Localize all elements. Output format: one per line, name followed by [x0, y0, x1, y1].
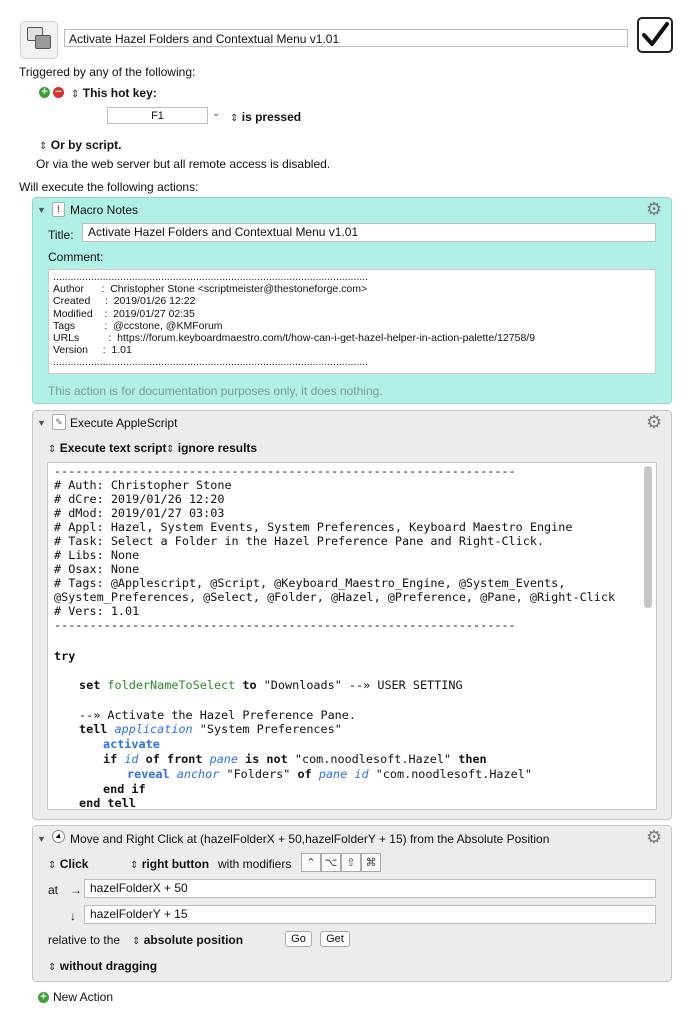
notes-footer-text: This action is for documentation purpose…: [48, 384, 383, 398]
updown-arrows-icon: ⇕: [166, 444, 175, 455]
control-modifier-toggle[interactable]: ⌃: [301, 853, 321, 872]
get-button[interactable]: Get: [320, 931, 350, 947]
script-line: # dMod: 2019/01/27 03:03: [54, 506, 225, 520]
applescript-action-title: Execute AppleScript: [70, 416, 178, 430]
notes-title-label: Title:: [48, 228, 74, 242]
gear-icon[interactable]: ⚙: [646, 413, 662, 431]
hotkey-field[interactable]: F1: [107, 107, 208, 124]
go-button[interactable]: Go: [285, 931, 312, 947]
web-server-text: Or via the web server but all remote acc…: [36, 157, 331, 171]
drag-mode-label: without dragging: [59, 959, 158, 973]
arrow-down-icon: ↓: [70, 909, 76, 923]
script-line: tell application "System Preferences": [79, 722, 342, 736]
script-line: end if: [103, 782, 146, 796]
hotkey-label: This hot key:: [82, 86, 157, 100]
notes-comment-field[interactable]: ........................................…: [48, 269, 656, 374]
mouse-click-icon: [52, 830, 65, 843]
updown-arrows-icon: ⇕: [132, 936, 141, 947]
script-line: # Task: Select a Folder in the Hazel Pre…: [54, 534, 545, 548]
script-icon: ✎: [52, 414, 66, 430]
gear-icon[interactable]: ⚙: [646, 828, 662, 846]
command-modifier-toggle[interactable]: ⌘: [361, 853, 381, 872]
click-type-label: Click: [59, 857, 89, 871]
script-line: set folderNameToSelect to "Downloads" --…: [79, 678, 463, 692]
script-mode-label: Execute text script: [59, 441, 167, 455]
modifiers-label: with modifiers: [218, 857, 292, 871]
shift-modifier-toggle[interactable]: ⇧: [341, 853, 361, 872]
hotkey-state-label: is pressed: [241, 110, 302, 124]
disclosure-triangle-icon[interactable]: ▼: [37, 418, 46, 428]
actions-heading: Will execute the following actions:: [19, 180, 199, 194]
option-modifier-toggle[interactable]: ⌥: [321, 853, 341, 872]
updown-arrows-icon: ⇕: [48, 962, 57, 973]
script-editor[interactable]: ----------------------------------------…: [47, 462, 657, 810]
hotkey-trigger-popup[interactable]: ⇕ This hot key:: [71, 86, 157, 102]
updown-arrows-icon: ⇕: [230, 113, 239, 124]
checkmark-icon: [642, 22, 669, 46]
position-reference-label: absolute position: [143, 933, 244, 947]
script-line: # Appl: Hazel, System Events, System Pre…: [54, 520, 573, 534]
script-line: # Libs: None: [54, 548, 140, 562]
updown-arrows-icon: ⇕: [48, 860, 57, 871]
script-results-label: ignore results: [177, 441, 258, 455]
mouse-button-label: right button: [141, 857, 210, 871]
script-line: end tell: [79, 796, 136, 810]
drag-mode-popup[interactable]: ⇕ without dragging: [48, 959, 157, 975]
add-trigger-icon[interactable]: +: [39, 87, 50, 98]
y-coordinate-field[interactable]: hazelFolderY + 15: [84, 905, 656, 924]
updown-arrows-icon: ⇕: [48, 444, 57, 455]
updown-arrows-icon: ⇕: [39, 141, 48, 152]
disclosure-triangle-icon[interactable]: ▼: [37, 834, 46, 844]
macro-name-field[interactable]: Activate Hazel Folders and Contextual Me…: [64, 29, 628, 47]
gear-icon[interactable]: ⚙: [646, 200, 662, 218]
position-reference-popup[interactable]: ⇕ absolute position: [132, 933, 243, 949]
notes-comment-label: Comment:: [48, 250, 104, 264]
click-type-popup[interactable]: ⇕ Click: [48, 857, 88, 873]
remove-trigger-icon[interactable]: −: [53, 87, 64, 98]
note-icon: !: [52, 202, 65, 217]
relative-label: relative to the: [48, 933, 121, 947]
move-click-action-title: Move and Right Click at (hazelFolderX + …: [70, 832, 550, 846]
script-line: # Auth: Christopher Stone: [54, 478, 232, 492]
script-line: --» Activate the Hazel Preference Pane.: [79, 708, 356, 722]
script-line: @System_Preferences, @Select, @Folder, @…: [54, 590, 616, 604]
hotkey-state-popup[interactable]: ⇕ is pressed: [230, 110, 301, 126]
notes-comment-text: ........................................…: [53, 271, 536, 369]
chevron-down-icon[interactable]: ⌄: [212, 108, 220, 119]
script-trigger-popup[interactable]: ⇕ Or by script.: [39, 138, 121, 154]
mouse-button-popup[interactable]: ⇕ right button: [130, 857, 209, 873]
disclosure-triangle-icon[interactable]: ▼: [37, 205, 46, 215]
script-line: # dCre: 2019/01/26 12:20: [54, 492, 225, 506]
notes-title-field[interactable]: Activate Hazel Folders and Contextual Me…: [82, 223, 656, 242]
script-trigger-label: Or by script.: [50, 138, 122, 152]
script-line: ----------------------------------------…: [54, 618, 516, 632]
script-line: # Tags: @Applescript, @Script, @Keyboard…: [54, 576, 566, 590]
script-line: if id of front pane is not "com.noodleso…: [103, 752, 487, 766]
new-action-button[interactable]: New Action: [53, 990, 113, 1004]
script-line: ----------------------------------------…: [54, 464, 516, 478]
macro-enabled-checkbox[interactable]: [637, 17, 673, 53]
add-action-icon[interactable]: +: [38, 992, 49, 1003]
script-line: # Vers: 1.01: [54, 604, 140, 618]
script-line: reveal anchor "Folders" of pane id "com.…: [127, 767, 532, 781]
arrow-right-icon: →: [70, 883, 82, 897]
x-coordinate-field[interactable]: hazelFolderX + 50: [84, 879, 656, 898]
triggers-heading: Triggered by any of the following:: [19, 65, 196, 79]
script-results-popup[interactable]: ⇕ ignore results: [166, 441, 257, 457]
at-label: at: [48, 883, 59, 897]
updown-arrows-icon: ⇕: [130, 860, 139, 871]
script-scrollbar[interactable]: [644, 466, 652, 608]
script-mode-popup[interactable]: ⇕ Execute text script: [48, 441, 166, 457]
script-line: try: [54, 649, 76, 663]
updown-arrows-icon: ⇕: [71, 89, 80, 100]
script-line: # Osax: None: [54, 562, 140, 576]
notes-action-title: Macro Notes: [70, 203, 139, 217]
macro-icon: [20, 21, 58, 59]
script-line: activate: [103, 737, 160, 751]
